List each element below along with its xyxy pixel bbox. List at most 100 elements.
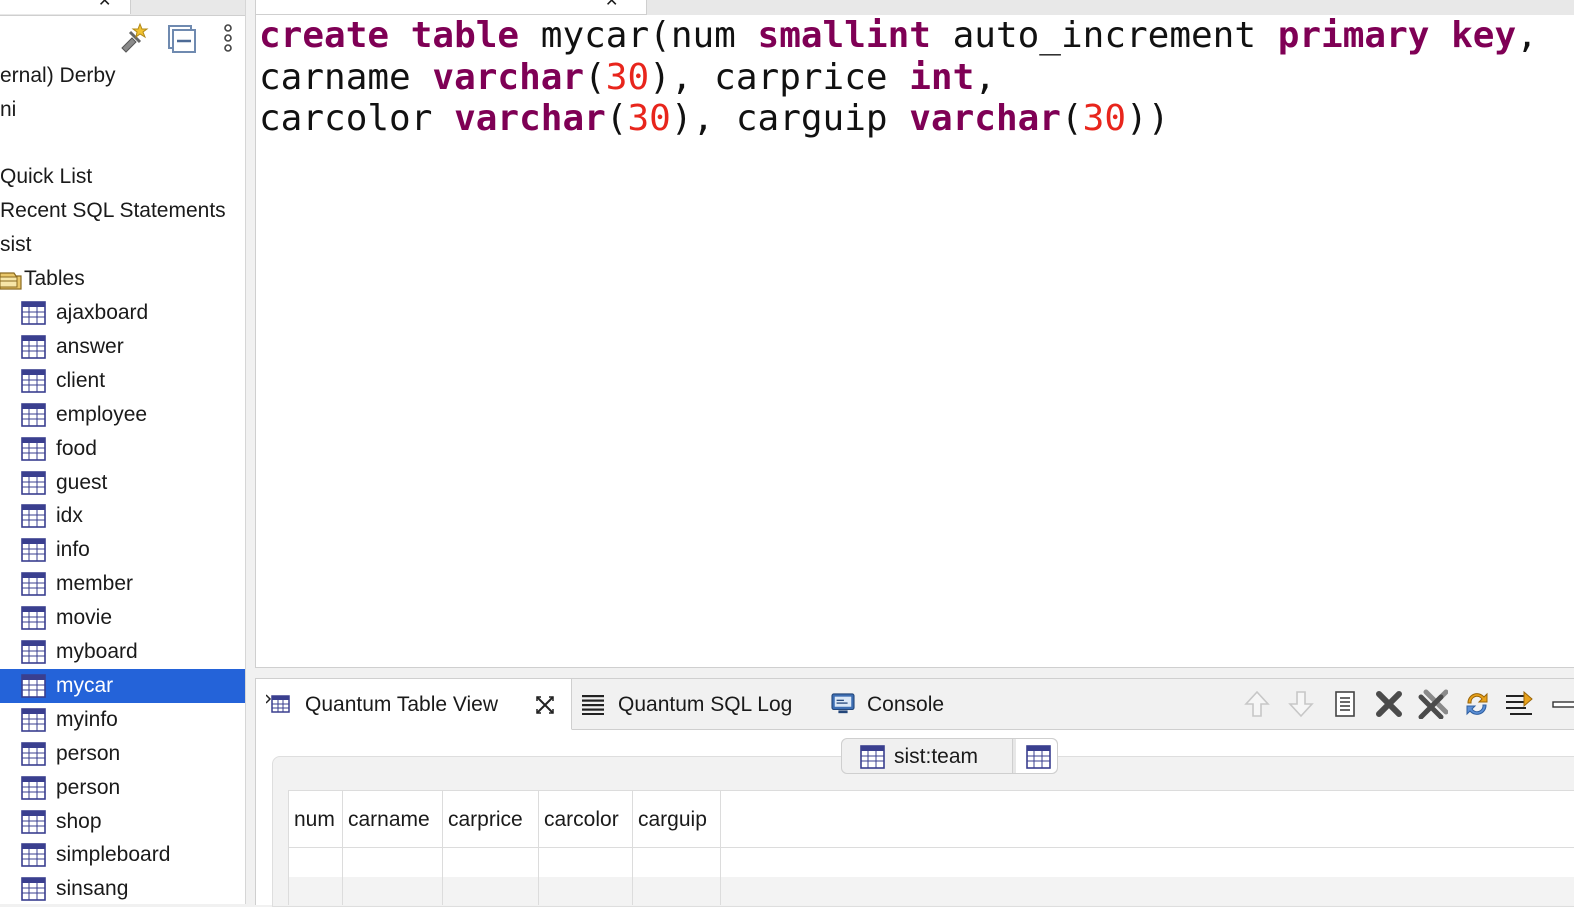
table-item[interactable]: mycar — [0, 668, 245, 703]
move-down-icon[interactable] — [1286, 689, 1316, 719]
sql-number: 30 — [627, 98, 671, 139]
sql-keyword: varchar — [432, 56, 585, 98]
table-item[interactable]: food — [0, 432, 245, 466]
table-item-label: guest — [56, 470, 108, 494]
table-item-label: idx — [56, 504, 83, 528]
table-item[interactable]: idx — [0, 499, 245, 533]
table-item-label: ajaxboard — [56, 301, 149, 324]
table-item-label: person — [56, 775, 121, 799]
sql-token: mycar(num — [519, 15, 758, 56]
tree-item-label: Recent SQL Statements — [0, 199, 226, 222]
header-divider — [289, 847, 1574, 848]
refresh-icon[interactable] — [1462, 689, 1492, 719]
tree-item-ni[interactable]: ni — [0, 93, 245, 127]
table-item-label: food — [56, 436, 97, 460]
table-icon — [21, 436, 46, 461]
tree-item-sist[interactable]: sist — [0, 228, 245, 262]
table-row[interactable] — [289, 877, 1574, 905]
console-icon — [831, 693, 855, 714]
tree-item-quick-list[interactable]: Quick List — [0, 160, 245, 194]
sql-token: )) — [1126, 98, 1170, 139]
subtab-extra[interactable] — [1016, 739, 1057, 773]
sql-token: , — [1516, 15, 1538, 56]
table-icon — [21, 538, 46, 563]
table-item-label: member — [56, 572, 134, 596]
sql-keyword: smallint — [757, 15, 931, 56]
table-item[interactable]: movie — [0, 601, 245, 635]
sql-editor[interactable]: create table mycar(num smallint auto_inc… — [255, 15, 1574, 668]
editor-tabstrip: ✕ — [255, 0, 1574, 16]
table-item[interactable]: myboard — [0, 635, 245, 669]
table-icon — [21, 402, 46, 427]
table-item[interactable]: person — [0, 737, 245, 771]
column-divider — [538, 847, 539, 905]
delete-icon[interactable] — [1374, 689, 1404, 719]
table-item[interactable]: member — [0, 567, 245, 601]
sql-number: 30 — [1082, 98, 1127, 139]
table-icon — [21, 368, 46, 393]
table-icon — [21, 843, 46, 868]
move-up-icon[interactable] — [1242, 689, 1272, 719]
table-item-label: myboard — [56, 640, 138, 663]
table-icon — [21, 606, 46, 630]
sql-keyword: primary — [1277, 15, 1430, 56]
table-item[interactable]: guest — [0, 466, 245, 500]
tab-label: Quantum SQL Log — [618, 693, 793, 716]
close-icon[interactable]: ✕ — [605, 0, 618, 11]
tree-item-label: ernal) Derby — [0, 64, 116, 87]
close-icon[interactable] — [534, 694, 556, 716]
tree-item-tables[interactable]: Tables — [0, 262, 245, 296]
tree-item-recent-sql[interactable]: Recent SQL Statements — [0, 194, 245, 228]
collapse-all-icon[interactable] — [165, 22, 197, 54]
sql-text[interactable]: create table mycar(num smallint auto_inc… — [259, 15, 1538, 140]
table-item[interactable]: ajaxboard — [0, 296, 245, 330]
tab-quantum-sql-log[interactable]: Quantum SQL Log — [581, 679, 816, 729]
table-item[interactable]: answer — [0, 330, 245, 364]
delete-all-icon[interactable] — [1418, 689, 1448, 719]
subtab-label: sist:team — [894, 745, 979, 768]
table-icon — [1026, 745, 1051, 769]
table-item-label: client — [56, 368, 106, 392]
view-menu-icon[interactable] — [212, 22, 244, 54]
table-item[interactable]: employee — [0, 398, 245, 432]
table-icon — [21, 640, 46, 664]
column-header[interactable]: carcolor — [539, 791, 633, 847]
column-header[interactable]: carname — [343, 791, 443, 847]
column-header[interactable]: carguip — [633, 791, 721, 847]
table-item[interactable]: person — [0, 771, 245, 805]
close-icon[interactable]: ✕ — [98, 0, 111, 11]
sql-number: 30 — [605, 56, 650, 98]
sql-token: carname — [259, 56, 433, 98]
table-item[interactable]: sinsang — [0, 872, 245, 904]
tables-folder-icon — [0, 272, 22, 290]
table-icon — [860, 745, 885, 769]
transfer-icon[interactable] — [1504, 689, 1534, 719]
sql-log-icon — [582, 695, 604, 715]
table-item[interactable]: shop — [0, 805, 245, 839]
new-bookmark-icon[interactable] — [118, 22, 150, 54]
column-divider — [632, 847, 633, 905]
tab-console[interactable]: Console — [831, 679, 981, 729]
document-icon[interactable] — [1330, 689, 1360, 719]
table-item-label: answer — [56, 334, 124, 358]
table-item[interactable]: info — [0, 533, 245, 567]
editor-tab[interactable] — [255, 0, 647, 15]
table-item-label: shop — [56, 809, 102, 833]
table-item-label: mycar — [56, 673, 114, 697]
table-item[interactable]: client — [0, 364, 245, 398]
column-header[interactable]: num — [289, 791, 343, 847]
subtab-sist-team[interactable]: sist:team — [842, 739, 1013, 773]
tree-item-derby[interactable]: ernal) Derby — [0, 59, 245, 93]
tab-quantum-table-view[interactable]: Quantum Table View — [256, 679, 572, 730]
table-icon — [21, 707, 46, 732]
column-header[interactable]: carprice — [443, 791, 539, 847]
sql-token: ( — [1060, 98, 1083, 139]
tree-item-label: sist — [0, 233, 32, 256]
result-table[interactable]: num carname carprice carcolor carguip — [288, 790, 1574, 905]
table-item[interactable]: simpleboard — [0, 838, 245, 872]
sql-keyword: key — [1451, 15, 1517, 56]
table-item[interactable]: myinfo — [0, 703, 245, 737]
sql-token: ), carguip — [670, 98, 910, 139]
minimize-icon[interactable] — [1549, 689, 1574, 719]
